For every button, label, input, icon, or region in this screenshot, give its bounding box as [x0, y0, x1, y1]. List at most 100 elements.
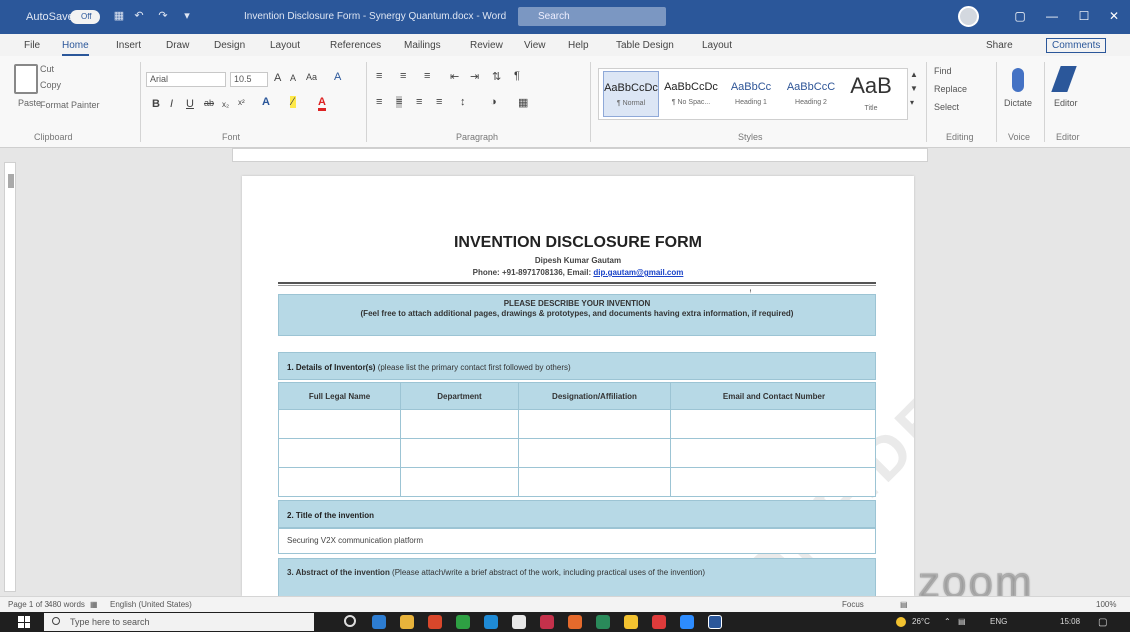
customize-qat-icon[interactable]: ▾ [180, 10, 194, 23]
tab-home[interactable]: Home [62, 40, 89, 56]
app-icon-green[interactable] [456, 615, 470, 629]
editor-button[interactable]: Editor [1054, 98, 1078, 108]
style-no-spacing[interactable]: AaBbCcDc ¶ No Spac... [663, 71, 719, 117]
app-icon-orange[interactable] [568, 615, 582, 629]
bold-icon[interactable]: B [152, 98, 160, 110]
font-color-icon[interactable]: A [318, 96, 326, 111]
format-painter-button[interactable]: Format Painter [40, 100, 100, 110]
app-icon-yellow[interactable] [624, 615, 638, 629]
clear-formatting-icon[interactable]: A [334, 71, 341, 83]
tab-mailings[interactable]: Mailings [404, 40, 441, 51]
show-formatting-icon[interactable]: ¶ [514, 70, 520, 82]
word-app-icon[interactable] [708, 615, 722, 629]
numbering-icon[interactable]: ≡ [400, 70, 406, 82]
text-effects-icon[interactable]: A [262, 96, 270, 108]
search-box[interactable]: Search [518, 7, 666, 26]
page-count[interactable]: Page 1 of 3 [8, 600, 49, 609]
sort-icon[interactable]: ⇅ [492, 70, 501, 83]
superscript-icon[interactable]: x² [238, 98, 245, 107]
app-icon-blue[interactable] [484, 615, 498, 629]
replace-button[interactable]: Replace [934, 84, 967, 94]
styles-more-icon[interactable]: ▾ [910, 98, 914, 107]
table-cell[interactable] [519, 468, 671, 497]
email-link[interactable]: dip.gautam@gmail.com [593, 268, 683, 277]
share-button[interactable]: Share [986, 40, 1013, 51]
tray-arrow-icon[interactable]: ⌃ [944, 617, 951, 626]
shrink-font-icon[interactable]: A [290, 73, 296, 83]
align-center-icon[interactable]: ≡ [396, 96, 403, 108]
taskbar-search[interactable]: Type here to search [44, 613, 314, 631]
maximize-button[interactable]: ☐ [1076, 9, 1092, 23]
cortana-icon[interactable] [344, 615, 356, 627]
styles-scroll-down-icon[interactable]: ▼ [910, 84, 918, 93]
strikethrough-icon[interactable]: ab [204, 98, 214, 108]
subscript-icon[interactable]: x₂ [222, 100, 229, 109]
dictate-button[interactable]: Dictate [1004, 98, 1032, 108]
font-name-select[interactable]: Arial [146, 72, 226, 87]
zoom-level[interactable]: 100% [1096, 600, 1116, 609]
clock[interactable]: 15:08 [1060, 617, 1080, 626]
weather-icon[interactable] [896, 617, 906, 627]
language-tray[interactable]: ENG [990, 617, 1007, 626]
paste-icon[interactable] [14, 64, 38, 94]
increase-indent-icon[interactable]: ⇥ [470, 70, 479, 83]
word-count[interactable]: 480 words [48, 600, 85, 609]
highlight-icon[interactable]: ∕ [290, 96, 296, 108]
bullets-icon[interactable]: ≡ [376, 70, 382, 82]
vertical-ruler[interactable] [4, 162, 16, 592]
table-cell[interactable] [401, 410, 519, 439]
change-case-icon[interactable]: Aa [306, 72, 317, 82]
style-title[interactable]: AaB Title [843, 71, 899, 117]
table-row[interactable] [278, 410, 876, 439]
align-right-icon[interactable]: ≡ [416, 96, 422, 108]
copy-button[interactable]: Copy [40, 80, 61, 90]
underline-icon[interactable]: U [186, 98, 194, 110]
file-explorer-icon[interactable] [400, 615, 414, 629]
read-mode-icon[interactable]: ▤ [900, 600, 908, 609]
undo-icon[interactable]: ↶ [132, 10, 146, 23]
italic-icon[interactable]: I [170, 98, 173, 110]
table-cell[interactable] [279, 410, 401, 439]
grow-font-icon[interactable]: A [274, 72, 281, 84]
notifications-icon[interactable]: ▢ [1098, 617, 1107, 628]
invention-title-value[interactable]: Securing V2X communication platform [278, 528, 876, 554]
shading-icon[interactable]: ◑ [490, 96, 497, 108]
font-size-select[interactable]: 10.5 [230, 72, 268, 87]
app-icon-teal[interactable] [596, 615, 610, 629]
cut-button[interactable]: Cut [40, 64, 54, 74]
tab-table-layout[interactable]: Layout [702, 40, 732, 51]
proofing-icon[interactable]: ▦ [90, 600, 98, 609]
table-cell[interactable] [401, 468, 519, 497]
language-indicator[interactable]: English (United States) [110, 600, 192, 609]
acrobat-icon[interactable] [540, 615, 554, 629]
autosave-toggle[interactable]: Off [70, 10, 100, 24]
style-heading-2[interactable]: AaBbCcC Heading 2 [783, 71, 839, 117]
tab-table-design[interactable]: Table Design [616, 40, 674, 51]
select-button[interactable]: Select [934, 102, 959, 112]
style-normal[interactable]: AaBbCcDc ¶ Normal [603, 71, 659, 117]
store-icon[interactable] [512, 615, 526, 629]
line-spacing-icon[interactable]: ↕ [460, 96, 466, 108]
document-page[interactable]: CONFIDENTIAL INVENTION DISCLOSURE FORM D… [242, 176, 914, 596]
table-row[interactable] [278, 439, 876, 468]
close-button[interactable]: ✕ [1106, 9, 1122, 23]
table-cell[interactable] [519, 410, 671, 439]
app-icon-red[interactable] [428, 615, 442, 629]
tab-help[interactable]: Help [568, 40, 589, 51]
decrease-indent-icon[interactable]: ⇤ [450, 70, 459, 83]
editor-pen-icon[interactable] [1051, 66, 1077, 92]
table-cell[interactable] [279, 468, 401, 497]
styles-scroll-up-icon[interactable]: ▲ [910, 70, 918, 79]
tab-review[interactable]: Review [470, 40, 503, 51]
horizontal-ruler[interactable] [232, 148, 928, 162]
redo-icon[interactable]: ↷ [156, 10, 170, 23]
find-button[interactable]: Find [934, 66, 952, 76]
align-left-icon[interactable]: ≡ [376, 96, 382, 108]
tab-references[interactable]: References [330, 40, 381, 51]
focus-button[interactable]: Focus [842, 600, 864, 609]
tab-insert[interactable]: Insert [116, 40, 141, 51]
tab-file[interactable]: File [24, 40, 40, 51]
save-icon[interactable]: ▦ [112, 10, 126, 23]
table-cell[interactable] [279, 439, 401, 468]
style-heading-1[interactable]: AaBbCc Heading 1 [723, 71, 779, 117]
